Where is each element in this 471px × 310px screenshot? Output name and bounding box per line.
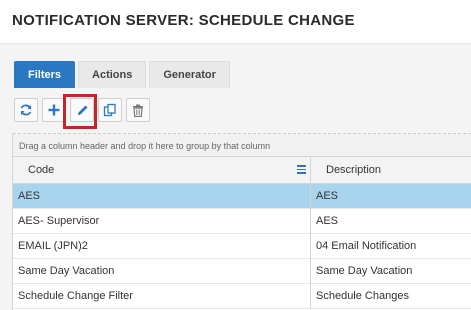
cell-code: AES [13,184,311,209]
table-row[interactable]: Same Day Vacation Same Day Vacation [13,259,471,284]
grid-header: Code Description [13,157,471,184]
tab-generator[interactable]: Generator [149,61,230,88]
toolbar [14,98,150,124]
add-button[interactable] [42,98,66,122]
edit-button[interactable] [70,98,94,122]
cell-description: AES [316,190,339,202]
tab-filters[interactable]: Filters [14,61,76,88]
tab-actions[interactable]: Actions [78,61,147,88]
refresh-icon [20,104,32,116]
table-row[interactable]: AES- Supervisor AES [13,209,471,234]
column-menu-icon[interactable] [297,165,306,174]
column-header-code-label: Code [28,164,55,176]
page-title: NOTIFICATION SERVER: SCHEDULE CHANGE [12,12,355,29]
cell-code: EMAIL (JPN)2 [13,234,311,259]
copy-button[interactable] [98,98,122,122]
delete-button[interactable] [126,98,150,122]
tab-bar: Filters Actions Generator [14,61,233,88]
cell-code: AES- Supervisor [13,209,311,234]
cell-description: Schedule Changes [316,290,409,302]
cell-description: Same Day Vacation [316,265,413,277]
copy-icon [103,103,116,117]
cell-code: Schedule Change Filter [13,284,311,309]
cell-description: AES [316,215,339,227]
pencil-icon [77,105,87,115]
column-header-code[interactable]: Code [13,157,311,184]
group-panel[interactable]: Drag a column header and drop it here to… [13,133,471,157]
title-bar: NOTIFICATION SERVER: SCHEDULE CHANGE [0,0,471,44]
cell-code: Same Day Vacation [13,259,311,284]
table-row[interactable]: AES AES [13,184,471,209]
table-row[interactable]: Schedule Change Filter Schedule Changes [13,284,471,309]
plus-icon [48,104,60,116]
data-grid: Drag a column header and drop it here to… [12,133,471,310]
refresh-button[interactable] [14,98,38,122]
trash-icon [133,104,143,117]
column-header-description[interactable]: Description [311,157,471,184]
table-row[interactable]: EMAIL (JPN)2 04 Email Notification [13,234,471,259]
cell-description: 04 Email Notification [316,240,417,252]
